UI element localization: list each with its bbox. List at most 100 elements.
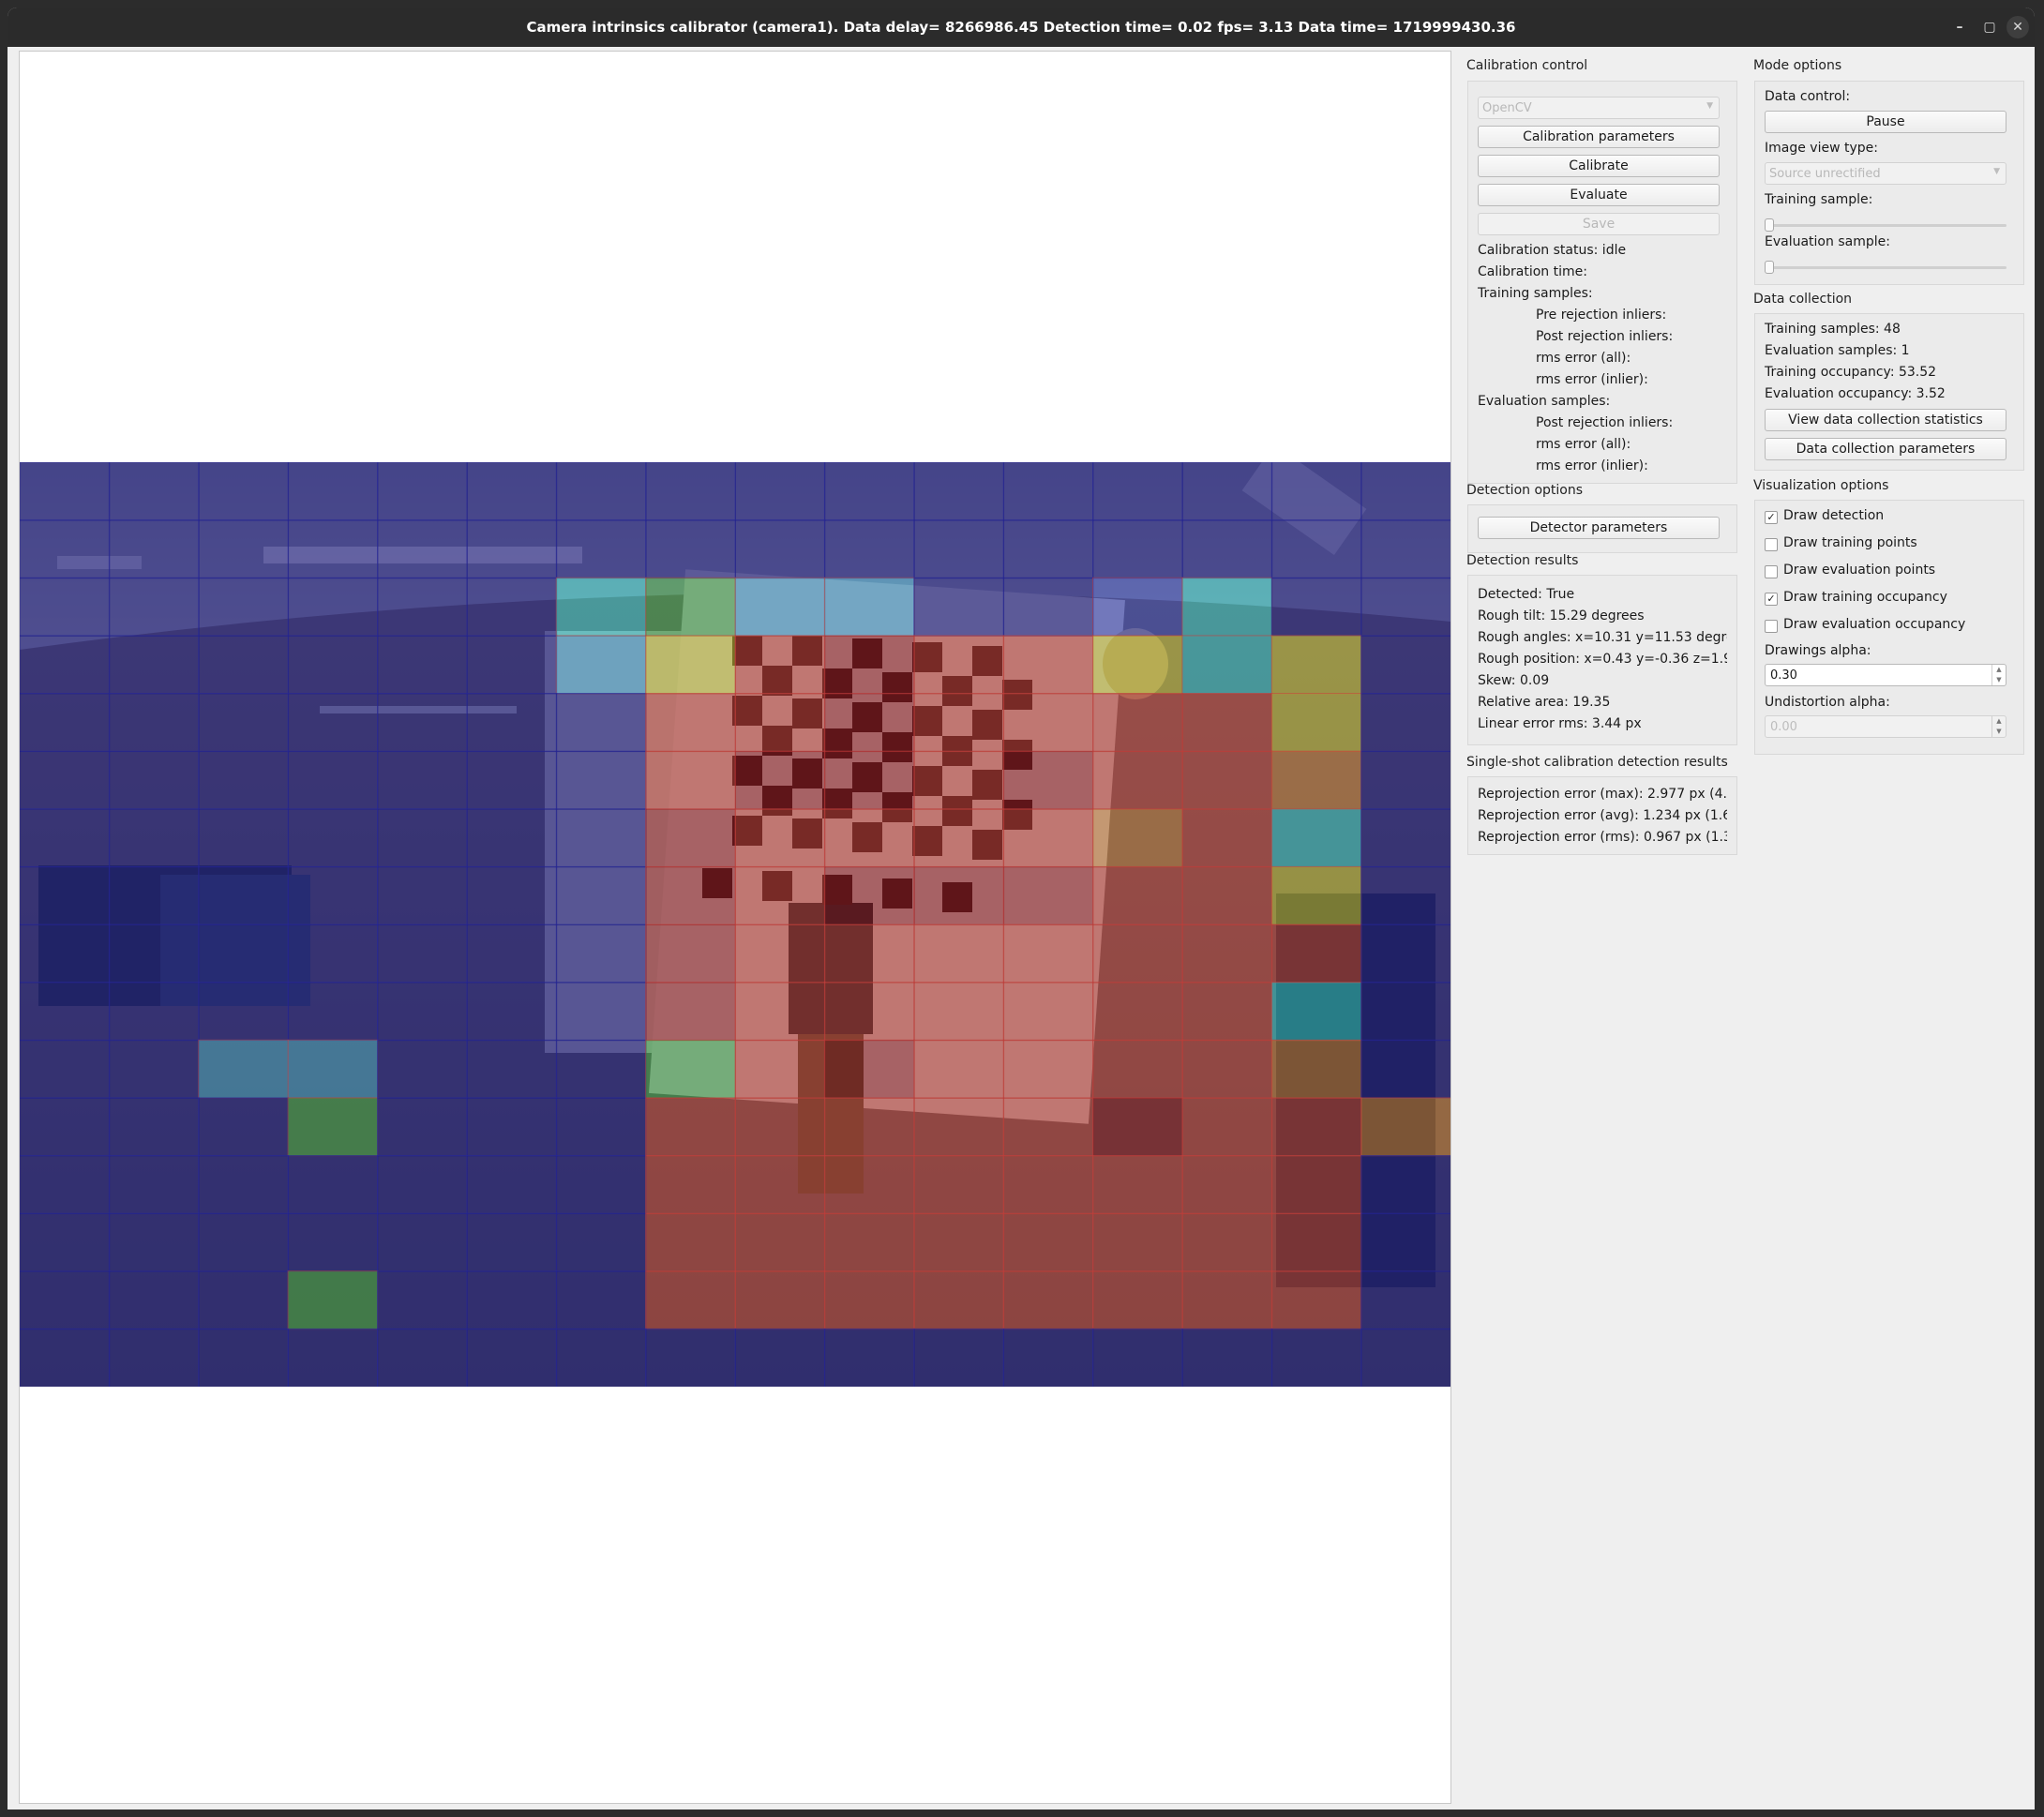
training-sample-slider[interactable] [1765, 224, 2006, 227]
occupancy-cell [198, 1097, 290, 1157]
minimize-icon[interactable]: – [1948, 16, 1971, 38]
occupancy-cell [20, 1328, 111, 1387]
occupancy-cell [466, 750, 558, 810]
occupancy-cell [377, 693, 468, 753]
occupancy-cell [645, 635, 737, 695]
occupancy-cell [377, 635, 468, 695]
draw-evaluation-points-checkbox[interactable] [1765, 565, 1778, 578]
occupancy-cell [823, 1097, 915, 1157]
occupancy-cell [823, 924, 915, 984]
occupancy-cell [287, 519, 379, 579]
occupancy-cell [1002, 1270, 1094, 1330]
occupancy-cell [734, 1097, 826, 1157]
occupancy-cell [1181, 924, 1273, 984]
occupancy-cell [108, 519, 200, 579]
occupancy-cell [1092, 924, 1183, 984]
occupancy-cell [1270, 462, 1362, 521]
data-collection-title: Data collection [1753, 292, 1853, 307]
occupancy-cell [287, 693, 379, 753]
spin-arrows-icon[interactable]: ▲ ▼ [1991, 716, 2006, 737]
pause-button[interactable]: Pause [1765, 111, 2006, 133]
occupancy-cell [913, 865, 1005, 926]
draw-training-occupancy-checkbox[interactable]: ✓ [1765, 593, 1778, 606]
occupancy-cell [466, 1097, 558, 1157]
undistortion-alpha-label: Undistortion alpha: [1765, 695, 1890, 710]
close-icon[interactable]: ✕ [2006, 16, 2029, 38]
occupancy-cell [1002, 462, 1094, 521]
occupancy-cell [377, 750, 468, 810]
maximize-icon[interactable]: ▢ [1978, 16, 2001, 38]
occupancy-cell [1002, 808, 1094, 868]
occupancy-cell [287, 1270, 379, 1330]
occupancy-cell [555, 1097, 647, 1157]
occupancy-cell [20, 577, 111, 637]
occupancy-cell [108, 693, 200, 753]
occupancy-cell [377, 1328, 468, 1387]
detected-value: Detected: True [1478, 587, 1575, 602]
occupancy-cell [1181, 1328, 1273, 1387]
occupancy-cell [913, 693, 1005, 753]
detector-parameters-button[interactable]: Detector parameters [1478, 517, 1720, 539]
occupancy-cell [1360, 635, 1450, 695]
occupancy-cell [1092, 808, 1183, 868]
occupancy-cell [1092, 577, 1183, 637]
occupancy-cell [1270, 519, 1362, 579]
occupancy-cell [287, 577, 379, 637]
image-viewer[interactable] [19, 51, 1451, 1804]
occupancy-cell [466, 1039, 558, 1099]
evaluation-sample-slider[interactable] [1765, 266, 2006, 269]
chevron-down-icon: ▼ [1706, 101, 1713, 111]
occupancy-cell [287, 1039, 379, 1099]
occupancy-cell [555, 519, 647, 579]
occupancy-cell [198, 982, 290, 1042]
post-rejection-inliers: Post rejection inliers: [1536, 329, 1674, 344]
draw-training-points-checkbox[interactable] [1765, 538, 1778, 551]
visualization-options-title: Visualization options [1753, 478, 1889, 493]
occupancy-cell [1270, 635, 1362, 695]
occupancy-cell [555, 924, 647, 984]
reprojection-error-max: Reprojection error (max): 2.977 px (4.6 [1478, 787, 1727, 802]
window-title: Camera intrinsics calibrator (camera1). … [526, 19, 1516, 36]
occupancy-cell [1181, 1155, 1273, 1215]
calibrator-type-select[interactable]: OpenCV ▼ [1478, 97, 1720, 119]
calibration-parameters-button[interactable]: Calibration parameters [1478, 126, 1720, 148]
occupancy-cell [198, 635, 290, 695]
occupancy-cell [1270, 924, 1362, 984]
draw-evaluation-occupancy-checkbox[interactable] [1765, 620, 1778, 633]
calibrate-button[interactable]: Calibrate [1478, 155, 1720, 177]
occupancy-cell [645, 577, 737, 637]
occupancy-cell [1181, 693, 1273, 753]
occupancy-cell [287, 462, 379, 521]
occupancy-cell [734, 577, 826, 637]
occupancy-cell [287, 635, 379, 695]
spin-arrows-icon[interactable]: ▲ ▼ [1991, 665, 2006, 685]
occupancy-cell [645, 462, 737, 521]
training-sample-handle[interactable] [1765, 218, 1774, 232]
occupancy-cell [1181, 1212, 1273, 1272]
relative-area: Relative area: 19.35 [1478, 695, 1611, 710]
occupancy-cell [466, 924, 558, 984]
save-button[interactable]: Save [1478, 213, 1720, 235]
drawings-alpha-spinbox[interactable]: 0.30 ▲ ▼ [1765, 664, 2006, 686]
data-collection-parameters-button[interactable]: Data collection parameters [1765, 438, 2006, 460]
evaluation-sample-handle[interactable] [1765, 261, 1774, 274]
view-data-collection-statistics-button[interactable]: View data collection statistics [1765, 409, 2006, 431]
draw-detection-checkbox[interactable]: ✓ [1765, 511, 1778, 524]
image-view-type-select[interactable]: Source unrectified ▼ [1765, 162, 2006, 185]
occupancy-cell [1092, 1270, 1183, 1330]
draw-training-points-label: Draw training points [1783, 535, 1917, 550]
occupancy-cell [466, 808, 558, 868]
occupancy-cell [20, 1155, 111, 1215]
occupancy-cell [645, 1212, 737, 1272]
occupancy-cell [377, 462, 468, 521]
occupancy-cell [377, 865, 468, 926]
occupancy-cell [466, 519, 558, 579]
evaluate-button[interactable]: Evaluate [1478, 184, 1720, 206]
draw-evaluation-points-label: Draw evaluation points [1783, 563, 1936, 578]
chevron-down-icon: ▼ [1993, 167, 2000, 176]
occupancy-cell [20, 750, 111, 810]
visualization-options-group: ✓ Draw detection Draw training points Dr… [1754, 500, 2024, 755]
occupancy-cell [1092, 865, 1183, 926]
occupancy-cell [1270, 1212, 1362, 1272]
undistortion-alpha-spinbox[interactable]: 0.00 ▲ ▼ [1765, 715, 2006, 738]
